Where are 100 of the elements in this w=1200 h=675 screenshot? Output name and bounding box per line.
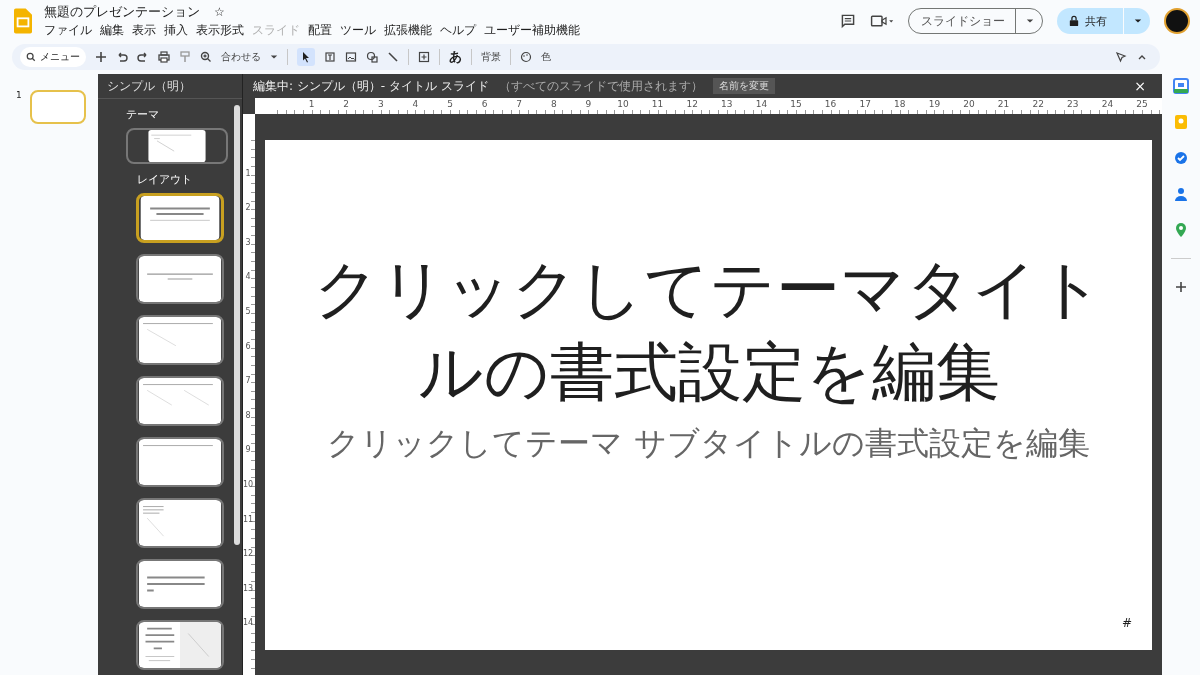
ruler-number: 10 bbox=[616, 99, 630, 109]
menu-item[interactable]: 編集 bbox=[100, 22, 124, 39]
shape-icon[interactable] bbox=[366, 51, 378, 63]
menu-item[interactable]: 表示形式 bbox=[196, 22, 244, 39]
ruler-number: 19 bbox=[927, 99, 942, 109]
ruler-number: 2 bbox=[342, 99, 351, 109]
slide-title[interactable]: クリックしてテーマタイトルの書式設定を編集 bbox=[308, 248, 1109, 415]
layout-thumbnail[interactable] bbox=[136, 376, 224, 426]
ruler-number: 7 bbox=[244, 376, 252, 386]
menu-search-field[interactable]: メニュー bbox=[20, 47, 86, 67]
select-pointer-icon[interactable] bbox=[297, 48, 315, 66]
comment-icon[interactable] bbox=[840, 13, 856, 29]
zoom-dropdown[interactable]: 合わせる bbox=[221, 50, 261, 64]
slide-number: 1 bbox=[16, 90, 22, 102]
comment-add-icon[interactable] bbox=[418, 51, 430, 63]
menu-item[interactable]: ヘルプ bbox=[440, 22, 476, 39]
menu-item[interactable]: 拡張機能 bbox=[384, 22, 432, 39]
image-icon[interactable] bbox=[345, 51, 357, 63]
share-button[interactable]: 共有 bbox=[1057, 8, 1150, 34]
lock-icon bbox=[1069, 15, 1079, 27]
ruler-number: 14 bbox=[243, 618, 253, 628]
layout-thumbnail[interactable] bbox=[136, 498, 224, 548]
ruler-number: 24 bbox=[1100, 99, 1115, 109]
ruler-number: 9 bbox=[584, 99, 593, 109]
ruler-number: 18 bbox=[893, 99, 907, 109]
print-icon[interactable] bbox=[158, 51, 170, 63]
slide-thumbnail[interactable] bbox=[29, 90, 86, 124]
ruler-number: 23 bbox=[1066, 99, 1080, 109]
ruler-number: 5 bbox=[244, 307, 252, 316]
ruler-number: 22 bbox=[1031, 99, 1045, 109]
layout-thumbnail[interactable] bbox=[136, 193, 224, 243]
contacts-icon[interactable] bbox=[1173, 186, 1189, 202]
text-box-icon[interactable] bbox=[324, 51, 336, 63]
ruler-number: 25 bbox=[1135, 99, 1149, 109]
close-button[interactable]: × bbox=[1128, 77, 1152, 95]
text-style-dropdown[interactable]: あ bbox=[449, 48, 462, 66]
avatar[interactable] bbox=[1164, 8, 1190, 34]
slide-number-placeholder[interactable]: # bbox=[1121, 616, 1132, 630]
ruler-number: 3 bbox=[376, 99, 385, 109]
ruler-number: 2 bbox=[244, 203, 252, 213]
ruler-number: 13 bbox=[243, 583, 253, 593]
ruler-number: 9 bbox=[244, 445, 252, 455]
palette-icon[interactable] bbox=[520, 51, 532, 63]
ruler-number: 13 bbox=[720, 99, 734, 109]
ruler-number: 4 bbox=[411, 99, 420, 109]
ruler-number: 11 bbox=[243, 514, 253, 524]
caret-icon[interactable] bbox=[1134, 18, 1142, 24]
ruler-number: 8 bbox=[244, 410, 252, 420]
ruler-number: 1 bbox=[307, 99, 316, 109]
document-title[interactable]: 無題のプレゼンテーション bbox=[44, 3, 200, 21]
ruler-number: 8 bbox=[549, 99, 558, 109]
tasks-icon[interactable] bbox=[1173, 150, 1189, 166]
slide-subtitle[interactable]: クリックしてテーマ サブタイトルの書式設定を編集 bbox=[327, 422, 1090, 467]
layout-thumbnail[interactable] bbox=[136, 559, 224, 609]
ruler-number: 4 bbox=[244, 272, 252, 282]
layout-thumbnail[interactable] bbox=[136, 254, 224, 304]
menu-item[interactable]: ツール bbox=[340, 22, 376, 39]
menu-item[interactable]: 配置 bbox=[308, 22, 332, 39]
ruler-number: 20 bbox=[962, 99, 976, 109]
search-icon bbox=[26, 52, 36, 62]
ruler-number: 12 bbox=[243, 549, 253, 559]
caret-icon[interactable] bbox=[1026, 18, 1034, 24]
ruler-number: 6 bbox=[480, 99, 489, 109]
calendar-icon[interactable] bbox=[1173, 78, 1189, 94]
star-button[interactable]: ☆ bbox=[214, 5, 225, 19]
ruler-number: 3 bbox=[244, 237, 252, 247]
usage-note: （すべてのスライドで使用されます） bbox=[498, 77, 703, 95]
color-button[interactable]: 色 bbox=[541, 50, 551, 64]
undo-icon[interactable] bbox=[116, 51, 128, 63]
menu-item[interactable]: ファイル bbox=[44, 22, 92, 39]
layout-thumbnail[interactable] bbox=[136, 315, 224, 365]
ruler-number: 10 bbox=[243, 480, 253, 489]
zoom-icon[interactable] bbox=[200, 51, 212, 63]
ruler-number: 12 bbox=[685, 99, 699, 109]
layout-thumbnail[interactable] bbox=[136, 437, 224, 487]
menu-item[interactable]: 挿入 bbox=[164, 22, 188, 39]
ruler-number: 15 bbox=[789, 99, 803, 109]
line-icon[interactable] bbox=[387, 51, 399, 63]
ruler-number: 21 bbox=[996, 99, 1011, 109]
ruler-number: 6 bbox=[244, 341, 252, 351]
ruler-number: 16 bbox=[823, 99, 838, 109]
ruler-number: 14 bbox=[754, 99, 769, 109]
layout-thumbnail[interactable] bbox=[136, 620, 224, 670]
theme-name: シンプル（明） bbox=[107, 77, 191, 95]
caret-icon[interactable] bbox=[270, 54, 278, 60]
ruler-number: 5 bbox=[446, 99, 454, 109]
redo-icon[interactable] bbox=[137, 51, 149, 63]
ruler-number: 17 bbox=[858, 99, 872, 109]
pointer-icon[interactable] bbox=[1115, 51, 1127, 63]
menu-item[interactable]: ユーザー補助機能 bbox=[484, 22, 580, 39]
plus-icon[interactable] bbox=[95, 51, 107, 63]
editing-heading: 編集中: シンプル（明）- タイトル スライド bbox=[253, 77, 489, 95]
background-button[interactable]: 背景 bbox=[481, 50, 501, 64]
ruler-number: 1 bbox=[244, 168, 252, 178]
section-heading: テーマ bbox=[126, 107, 159, 122]
video-call-icon[interactable] bbox=[870, 13, 894, 29]
menu-item[interactable]: 表示 bbox=[132, 22, 156, 39]
map-pin-icon[interactable] bbox=[1173, 222, 1189, 238]
rename-button[interactable]: 名前を変更 bbox=[712, 78, 775, 94]
plus-icon[interactable] bbox=[1173, 279, 1189, 295]
